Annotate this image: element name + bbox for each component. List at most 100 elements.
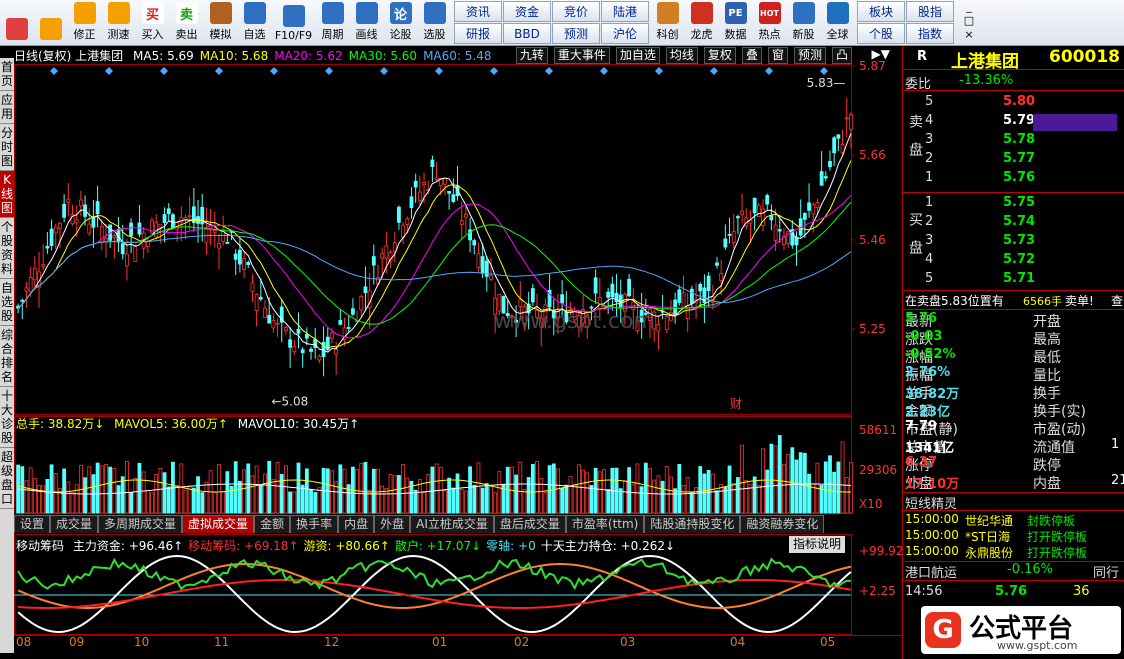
- info-grid-button[interactable]: 陆港: [601, 1, 649, 22]
- volume-bar: [530, 463, 535, 514]
- toolbar-button-buttons12[interactable]: 选股: [418, 0, 452, 45]
- candle-body: [78, 199, 83, 207]
- chart-tool-button[interactable]: 凸: [831, 47, 852, 64]
- chart-tool-button[interactable]: 复权: [703, 47, 736, 64]
- chart-tool-button[interactable]: 均线: [665, 47, 698, 64]
- info-grid-button[interactable]: 沪伦: [601, 23, 649, 44]
- candle-body: [802, 213, 807, 220]
- indicator-tab[interactable]: 内盘: [338, 515, 375, 533]
- volume-bar: [773, 445, 778, 514]
- index-grid-button[interactable]: 板块: [857, 1, 905, 22]
- indicator-tab[interactable]: 多周期成交量: [98, 515, 183, 533]
- toolbar-button-buttons25[interactable]: 全球: [821, 0, 855, 45]
- info-grid-button[interactable]: 研报: [454, 23, 502, 44]
- toolbar-button-buttons20[interactable]: 科创: [651, 0, 685, 45]
- info-grid-button[interactable]: 竞价: [552, 1, 600, 22]
- volume-bar: [154, 474, 159, 514]
- pe-icon: PE: [724, 2, 747, 24]
- tick-volume: 36: [1073, 584, 1090, 599]
- info-grid-button[interactable]: BBD: [503, 23, 551, 44]
- indicator-tab[interactable]: 成交量: [50, 515, 99, 533]
- toolbar-button-buttons0[interactable]: [0, 0, 34, 45]
- toolbar-button-buttons1[interactable]: [34, 0, 68, 45]
- chart-tool-button[interactable]: 预测: [793, 47, 826, 64]
- candle-body: [41, 264, 46, 267]
- index-grid-button[interactable]: 股指: [906, 1, 954, 22]
- left-tab[interactable]: 十大诊股: [0, 387, 14, 448]
- indicator-tab[interactable]: 金额: [254, 515, 291, 533]
- indicator-tab[interactable]: 外盘: [374, 515, 411, 533]
- chart-tool-button[interactable]: 窗: [767, 47, 788, 64]
- left-tab[interactable]: 首页: [0, 58, 14, 91]
- left-tab[interactable]: 综合排名: [0, 326, 14, 387]
- chart-tool-button[interactable]: 九转: [515, 47, 548, 64]
- toolbar-button-buttons6[interactable]: 模拟: [204, 0, 238, 45]
- toolbar-button-buttons10[interactable]: 画线: [350, 0, 384, 45]
- toolbar-label: 热点: [758, 28, 781, 41]
- event-marker: [105, 67, 113, 75]
- left-tab[interactable]: K线图: [0, 171, 14, 218]
- minimize-button[interactable]: _: [958, 0, 980, 14]
- toolbar-button-buttons7[interactable]: 自选: [238, 0, 272, 45]
- volume-bar: [309, 489, 313, 514]
- info-grid-button[interactable]: 资金: [503, 1, 551, 22]
- indicator-tab[interactable]: 市盈率(ttm): [565, 515, 645, 533]
- indicator-help-button[interactable]: 指标说明: [789, 536, 846, 553]
- index-grid-button[interactable]: 指数: [906, 23, 954, 44]
- event-marker: [325, 67, 333, 75]
- index-grid-button[interactable]: 个股: [857, 23, 905, 44]
- toolbar-button-buttons9[interactable]: 周期: [316, 0, 350, 45]
- toolbar-button-buttons23[interactable]: HOT 热点: [753, 0, 787, 45]
- toolbar-button-buttons8[interactable]: F10/F9: [272, 0, 316, 45]
- left-tab[interactable]: 超级盘口: [0, 448, 14, 509]
- toolbar-button-buttons3[interactable]: 测速: [102, 0, 136, 45]
- volume-bar: [112, 468, 117, 514]
- chart-arrows-icon[interactable]: ▶▼: [872, 47, 890, 61]
- sell-level: 3: [925, 132, 934, 147]
- candle-body: [715, 262, 719, 266]
- sell-price: 5.78: [1003, 132, 1036, 147]
- toolbar-button-buttons24[interactable]: 新股: [787, 0, 821, 45]
- info-grid-button[interactable]: 预测: [552, 23, 600, 44]
- close-button[interactable]: ×: [958, 28, 980, 42]
- back-arrow-icon: [39, 18, 62, 40]
- indicator-tab[interactable]: 盘后成交量: [493, 515, 566, 533]
- left-tab[interactable]: 个股资料: [0, 218, 14, 279]
- indicator-tab[interactable]: 设置: [14, 515, 51, 533]
- toolbar-button-buttons5[interactable]: 卖卖出: [170, 0, 204, 45]
- volume-bar: [698, 466, 703, 514]
- volume-bar: [191, 487, 196, 514]
- indicator-value: 主力资金: +96.46↑: [72, 539, 184, 553]
- chart-tool-button[interactable]: 叠: [741, 47, 762, 64]
- month-label: 08: [16, 635, 32, 649]
- candle-body: [698, 283, 703, 292]
- indicator-tab[interactable]: AI立桩成交量: [410, 515, 494, 533]
- left-tab[interactable]: 自选股: [0, 279, 14, 326]
- indicator-tab[interactable]: 换手率: [290, 515, 339, 533]
- indicator-tab[interactable]: 融资融券变化: [740, 515, 825, 533]
- left-tab[interactable]: 分时图: [0, 124, 14, 171]
- hammer-icon: [209, 2, 232, 24]
- toolbar-button-buttons2[interactable]: 修正: [68, 0, 102, 45]
- volume-bar: [777, 435, 782, 514]
- indicator-tab[interactable]: 陆股通持股变化: [644, 515, 741, 533]
- info-grid-button[interactable]: 资讯: [454, 1, 502, 22]
- chart-tool-button[interactable]: 重大事件: [553, 47, 610, 64]
- volume-bar: [631, 483, 636, 514]
- chart-tool-button[interactable]: 加自选: [615, 47, 660, 64]
- volume-bar: [62, 468, 67, 514]
- volume-bar: [681, 484, 686, 514]
- volume-bar: [765, 469, 770, 514]
- candle-body: [346, 327, 351, 329]
- toolbar-button-buttons21[interactable]: 龙虎: [685, 0, 719, 45]
- volume-bar: [786, 453, 791, 514]
- candle-body: [392, 242, 397, 252]
- maximize-button[interactable]: □: [958, 14, 980, 28]
- indicator-tab[interactable]: 虚拟成交量: [182, 515, 255, 533]
- toolbar-button-buttons22[interactable]: PE 数据: [719, 0, 753, 45]
- candle-body: [330, 332, 334, 339]
- candle-body: [417, 191, 422, 201]
- toolbar-button-buttons4[interactable]: 买买入: [136, 0, 170, 45]
- toolbar-button-buttons11[interactable]: 论论股: [384, 0, 418, 45]
- left-tab[interactable]: 应用: [0, 91, 14, 124]
